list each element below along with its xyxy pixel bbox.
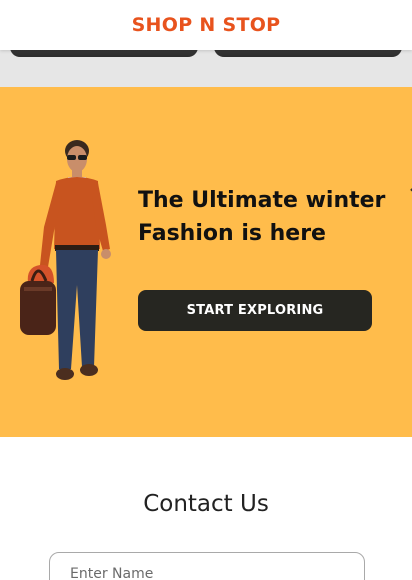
hero-title: The Ultimate winter Fashion is here xyxy=(138,188,386,246)
hero-model-image xyxy=(20,140,111,380)
product-card[interactable] xyxy=(10,50,198,57)
product-cards-strip xyxy=(0,50,412,87)
site-header: SHOP N STOP xyxy=(0,0,412,50)
start-exploring-button[interactable]: START EXPLORING xyxy=(138,290,372,331)
name-input[interactable] xyxy=(49,552,365,580)
hero-banner: The Ultimate winter Fashion is here STAR… xyxy=(0,87,412,437)
product-card[interactable] xyxy=(214,50,402,57)
contact-title: Contact Us xyxy=(143,491,269,517)
brand-logo[interactable]: SHOP N STOP xyxy=(132,14,281,36)
